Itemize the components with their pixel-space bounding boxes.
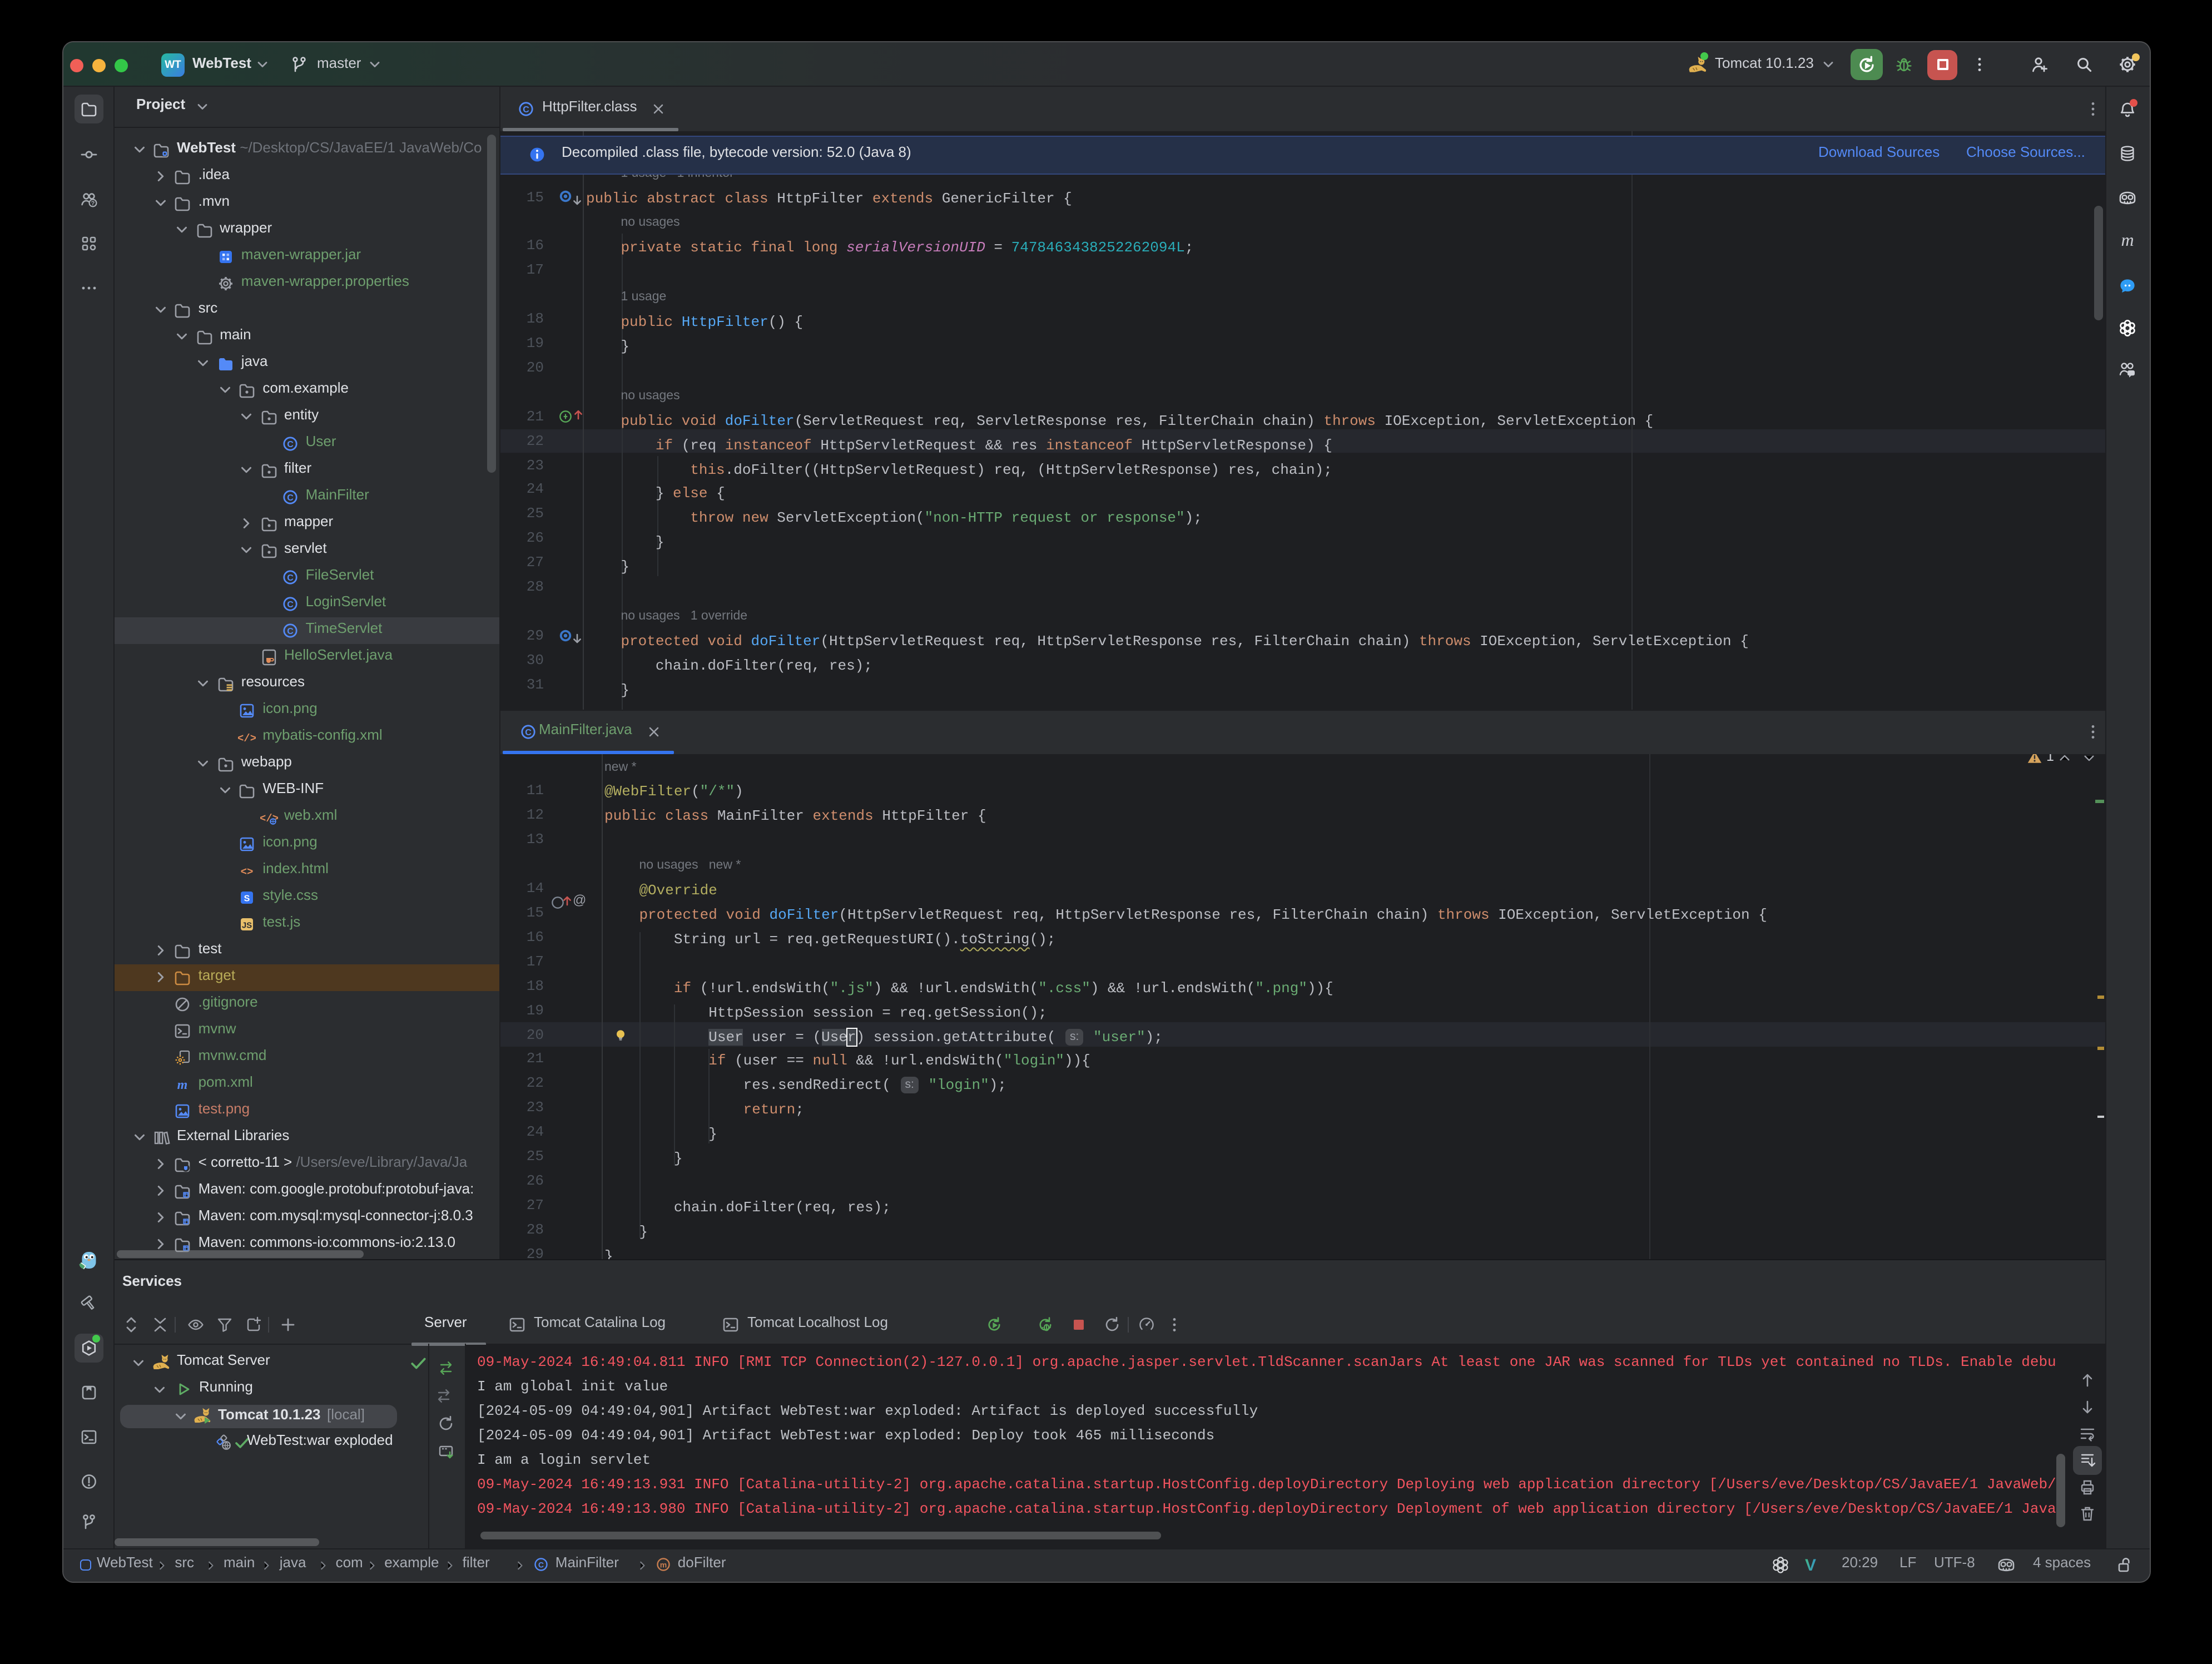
svg-text:C: C bbox=[287, 573, 294, 583]
svg-text:m: m bbox=[2121, 231, 2134, 249]
svg-text:C: C bbox=[523, 105, 529, 115]
svg-text:?: ? bbox=[91, 200, 95, 206]
svg-text:<>: <> bbox=[241, 866, 254, 878]
svg-text:</>: </> bbox=[238, 732, 256, 745]
svg-text:S: S bbox=[244, 894, 250, 904]
svg-text:C: C bbox=[287, 627, 294, 636]
svg-text:JS: JS bbox=[242, 921, 252, 930]
svg-text:C: C bbox=[539, 1561, 544, 1569]
svg-text:m: m bbox=[177, 1078, 188, 1092]
svg-text:C: C bbox=[524, 728, 531, 737]
svg-text:C: C bbox=[287, 493, 294, 503]
svg-text:m: m bbox=[661, 1561, 668, 1569]
svg-text:C: C bbox=[287, 600, 294, 610]
svg-text:C: C bbox=[287, 440, 294, 449]
